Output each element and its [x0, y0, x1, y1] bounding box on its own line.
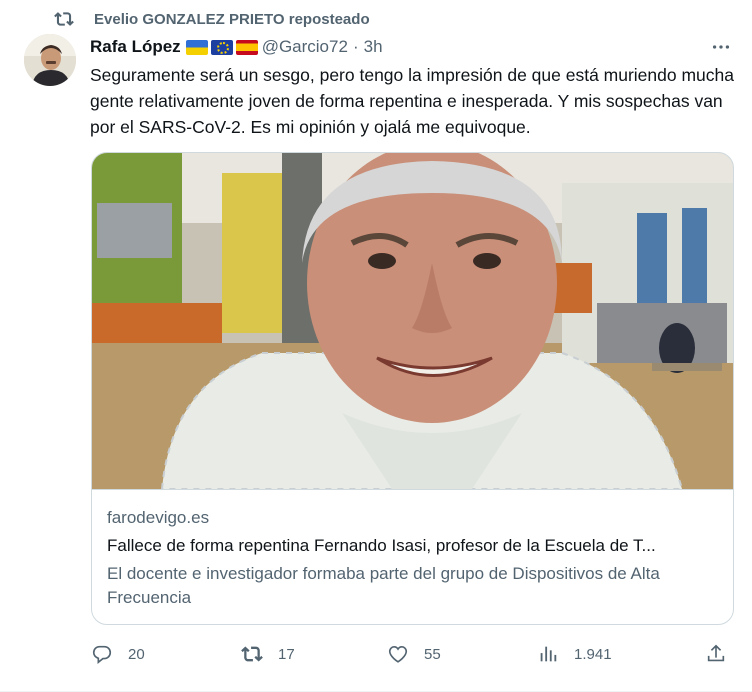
- tweet-time[interactable]: 3h: [364, 37, 383, 57]
- spain-flag-icon: [235, 39, 258, 55]
- link-card[interactable]: farodevigo.es Fallece de forma repentina…: [91, 152, 734, 625]
- share-button[interactable]: [704, 640, 728, 668]
- analytics-icon: [536, 642, 560, 666]
- reply-count: 20: [128, 645, 145, 663]
- ukraine-flag-icon: [185, 39, 208, 55]
- heart-icon: [386, 642, 410, 666]
- card-body[interactable]: farodevigo.es Fallece de forma repentina…: [92, 489, 733, 624]
- share-icon: [704, 642, 728, 666]
- more-options-button[interactable]: [708, 36, 734, 58]
- european-union-flag-icon: [210, 39, 233, 55]
- separator-dot: ·: [352, 37, 359, 56]
- repost-count: 17: [278, 645, 295, 663]
- repost-button[interactable]: 17: [240, 640, 295, 668]
- author-flags: [185, 39, 258, 55]
- repost-label[interactable]: Evelio GONZALEZ PRIETO reposteado: [94, 11, 370, 28]
- tweet[interactable]: Evelio GONZALEZ PRIETO reposteado Rafa L…: [0, 0, 752, 692]
- card-title: Fallece de forma repentina Fernando Isas…: [107, 536, 656, 555]
- card-image[interactable]: [92, 153, 733, 489]
- like-button[interactable]: 55: [386, 640, 441, 668]
- card-description: El docente e investigador formaba parte …: [107, 564, 660, 607]
- avatar[interactable]: [24, 34, 76, 86]
- card-domain: farodevigo.es: [107, 508, 210, 527]
- repost-icon: [54, 9, 74, 29]
- view-count: 1.941: [574, 645, 612, 663]
- repost-icon: [240, 642, 264, 666]
- views-button[interactable]: 1.941: [536, 640, 612, 668]
- reply-icon: [90, 642, 114, 666]
- repost-indicator: Evelio GONZALEZ PRIETO reposteado: [54, 8, 370, 30]
- author-name[interactable]: Rafa López: [90, 37, 181, 57]
- author-handle[interactable]: @Garcio72: [262, 37, 348, 57]
- tweet-actions: 20 17 55 1.941: [90, 640, 740, 668]
- tweet-header: Rafa López @Garcio72 · 3h: [90, 36, 383, 58]
- like-count: 55: [424, 645, 441, 663]
- tweet-text: Seguramente será un sesgo, pero tengo la…: [90, 65, 735, 137]
- reply-button[interactable]: 20: [90, 640, 145, 668]
- more-icon: [712, 45, 730, 49]
